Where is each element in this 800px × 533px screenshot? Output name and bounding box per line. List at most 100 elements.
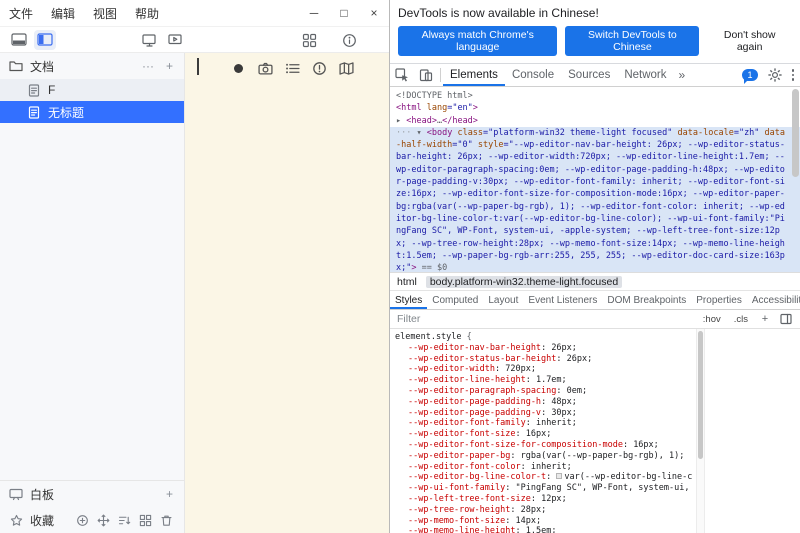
more-tabs-chevron[interactable]: » (674, 68, 691, 82)
docs-section-header[interactable]: 文档 ··· + (0, 53, 184, 79)
styles-filter-input[interactable] (397, 313, 693, 325)
camera-icon[interactable] (257, 60, 273, 76)
css-property[interactable]: --wp-editor-font-size: 16px; (395, 429, 693, 440)
tab-styles[interactable]: Styles (390, 291, 427, 309)
css-property[interactable]: --wp-editor-bg-line-color-t: var(--wp-ed… (395, 472, 693, 483)
presentation-icon[interactable] (164, 30, 186, 50)
css-property[interactable]: --wp-editor-line-height: 1.7em; (395, 375, 693, 386)
menu-view[interactable]: 视图 (84, 0, 126, 26)
doc-item-label: 无标题 (48, 104, 84, 121)
doc-item-untitled[interactable]: 无标题 (0, 101, 184, 123)
menu-edit[interactable]: 编辑 (42, 0, 84, 26)
switch-to-chinese-button[interactable]: Switch DevTools to Chinese (565, 26, 699, 56)
favorites-row[interactable]: 收藏 (0, 507, 184, 533)
tab-sources[interactable]: Sources (561, 64, 617, 86)
menu-file[interactable]: 文件 (0, 0, 42, 26)
element-classes-toggle[interactable]: .cls (731, 313, 751, 326)
css-property[interactable]: --wp-ui-font-family: "PingFang SC", WP-F… (395, 483, 693, 494)
kebab-menu-icon[interactable] (792, 69, 795, 81)
tab-computed[interactable]: Computed (427, 291, 483, 309)
css-property[interactable]: --wp-memo-line-height: 1.5em; (395, 526, 693, 533)
always-match-language-button[interactable]: Always match Chrome's language (398, 26, 557, 56)
card-view-icon[interactable] (138, 30, 160, 50)
info-icon[interactable] (338, 30, 360, 50)
editor-canvas[interactable] (185, 53, 389, 533)
css-property[interactable]: --wp-editor-page-padding-v: 30px; (395, 408, 693, 419)
maximize-button[interactable]: □ (329, 0, 359, 26)
css-property[interactable]: --wp-editor-width: 720px; (395, 364, 693, 375)
tab-elements[interactable]: Elements (443, 64, 505, 86)
apps-grid-icon[interactable] (298, 30, 320, 50)
breadcrumb-body[interactable]: body.platform-win32.theme-light.focused (426, 276, 622, 288)
move-icon[interactable] (95, 512, 111, 528)
screen: 文件 编辑 视图 帮助 ─ □ × (0, 0, 800, 533)
pseudo-state-toggle[interactable]: :hov (700, 313, 724, 326)
styles-pane: element.style { --wp-editor-nav-bar-heig… (390, 329, 800, 533)
tab-accessibility[interactable]: Accessibility (747, 291, 800, 309)
document-icon (26, 104, 42, 120)
css-property[interactable]: --wp-editor-font-family: inherit; (395, 418, 693, 429)
css-property[interactable]: --wp-editor-font-size-for-composition-mo… (395, 440, 693, 451)
app-titlebar: 文件 编辑 视图 帮助 ─ □ × (0, 0, 389, 27)
css-property[interactable]: --wp-editor-page-padding-h: 48px; (395, 397, 693, 408)
css-property[interactable]: --wp-editor-nav-bar-height: 26px; (395, 343, 693, 354)
whiteboard-label: 白板 (30, 486, 54, 503)
docs-more-button[interactable]: ··· (139, 59, 157, 73)
toggle-left-panel-icon[interactable] (34, 30, 56, 50)
breadcrumb: html body.platform-win32.theme-light.foc… (390, 272, 800, 290)
docs-section-label: 文档 (30, 58, 54, 75)
trash-icon[interactable] (158, 512, 174, 528)
css-var-swatch-icon[interactable] (556, 473, 562, 479)
doc-item-f[interactable]: F (0, 79, 184, 101)
star-icon (8, 512, 24, 528)
computed-panel-icon[interactable] (779, 312, 793, 326)
issues-badge[interactable]: 1 (742, 69, 757, 81)
close-button[interactable]: × (359, 0, 389, 26)
css-property[interactable]: --wp-memo-font-size: 14px; (395, 516, 693, 527)
css-property[interactable]: --wp-editor-paper-bg: rgba(var(--wp-pape… (395, 451, 693, 462)
html-open-tag[interactable]: <html lang="en"> (390, 102, 800, 114)
new-style-rule-icon[interactable]: + (758, 312, 772, 326)
menu-help[interactable]: 帮助 (126, 0, 168, 26)
whiteboard-row[interactable]: 白板 + (0, 481, 184, 507)
css-property[interactable]: --wp-editor-status-bar-height: 26px; (395, 354, 693, 365)
inspect-element-icon[interactable] (390, 64, 414, 86)
css-property[interactable]: --wp-tree-row-height: 28px; (395, 505, 693, 516)
settings-gear-icon[interactable] (766, 68, 784, 82)
dont-show-again-button[interactable]: Don't show again (707, 26, 792, 56)
circle-plus-icon[interactable] (74, 512, 90, 528)
outline-list-icon[interactable] (284, 60, 300, 76)
device-toolbar-icon[interactable] (414, 64, 438, 86)
record-dot-icon[interactable] (230, 60, 246, 76)
alert-icon[interactable] (311, 60, 327, 76)
doctype-line[interactable]: <!DOCTYPE html> (390, 90, 800, 102)
body-element-selected[interactable]: ··· ▾ <body class="platform-win32 theme-… (390, 127, 800, 272)
head-element[interactable]: ▸ <head>…</head> (390, 115, 800, 127)
css-property[interactable]: --wp-editor-paragraph-spacing: 0em; (395, 386, 693, 397)
sort-icon[interactable] (116, 512, 132, 528)
style-rule-selector[interactable]: element.style { (395, 332, 693, 343)
tab-console[interactable]: Console (505, 64, 561, 86)
tab-properties[interactable]: Properties (691, 291, 747, 309)
infobar-message: DevTools is now available in Chinese! (398, 6, 792, 20)
breadcrumb-html[interactable]: html (397, 276, 417, 288)
css-property[interactable]: --wp-left-tree-font-size: 12px; (395, 494, 693, 505)
tab-event-listeners[interactable]: Event Listeners (523, 291, 602, 309)
minimize-button[interactable]: ─ (299, 0, 329, 26)
tab-dom-breakpoints[interactable]: DOM Breakpoints (602, 291, 691, 309)
app-toolbar (0, 27, 389, 53)
styles-scrollbar[interactable] (696, 329, 705, 533)
styles-filter-row: :hov .cls + (390, 310, 800, 329)
whiteboard-add-button[interactable]: + (163, 487, 176, 501)
tab-layout[interactable]: Layout (483, 291, 523, 309)
notes-app-window: 文件 编辑 视图 帮助 ─ □ × (0, 0, 390, 533)
map-icon[interactable] (338, 60, 354, 76)
docs-add-button[interactable]: + (163, 59, 176, 73)
dom-tree-scrollbar[interactable] (792, 89, 799, 270)
grid-view-icon[interactable] (137, 512, 153, 528)
devtools-infobar: DevTools is now available in Chinese! Al… (390, 0, 800, 64)
toggle-bottom-panel-icon[interactable] (8, 30, 30, 50)
devtools-tabbar: Elements Console Sources Network » 1 (390, 64, 800, 87)
tab-network[interactable]: Network (617, 64, 673, 86)
css-property[interactable]: --wp-editor-font-color: inherit; (395, 462, 693, 473)
